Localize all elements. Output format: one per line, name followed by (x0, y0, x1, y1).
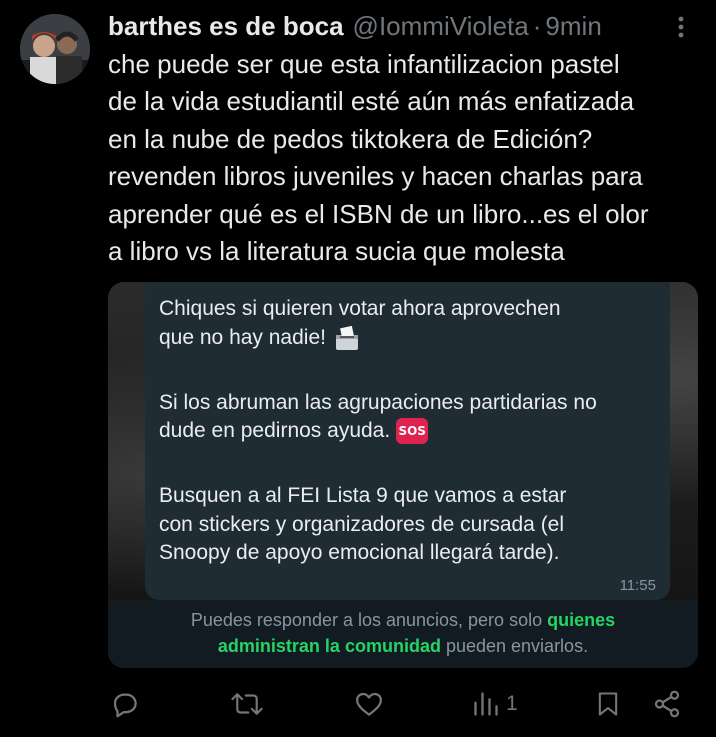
notice-text: Puedes responder a los anuncios, pero so… (190, 610, 543, 630)
message-time: 11:55 (619, 577, 656, 594)
avatar[interactable] (20, 14, 90, 84)
separator-dot: · (532, 10, 542, 41)
views-icon (474, 692, 498, 716)
tweet-text-line: aprender qué es el ISBN de un libro...es… (108, 198, 649, 229)
share-button[interactable] (652, 686, 682, 722)
like-icon (356, 692, 382, 716)
like-button[interactable] (354, 686, 384, 722)
notice-link: administran la comunidad (217, 636, 441, 656)
message-line-text: dude en pedirnos ayuda. (159, 419, 391, 442)
bookmark-icon (598, 692, 618, 716)
message-line: Si los abruman las agrupaciones partidar… (159, 390, 597, 414)
message-line: Snoopy de apoyo emocional llegará tarde)… (159, 541, 560, 564)
message-line: Chiques si quieren votar ahora aproveche… (159, 297, 561, 320)
ballot-box-icon (332, 325, 362, 351)
tweet-text-line: de la vida estudiantil esté aún más enfa… (108, 86, 635, 117)
notice-link: quienes (547, 610, 616, 630)
tweet-header: barthes es de boca @IommiVioleta · 9min (108, 8, 696, 44)
views-count: 1 (506, 692, 518, 715)
message-bubble: Chiques si quieren votar ahora aproveche… (145, 282, 670, 600)
tweet-text-line: a libro vs la literatura sucia que moles… (108, 236, 565, 267)
retweet-icon (231, 693, 263, 715)
more-options-button[interactable] (666, 12, 696, 42)
reply-button[interactable] (110, 686, 140, 722)
reply-icon (113, 693, 137, 718)
message-line-with-emoji: dude en pedirnos ayuda. SOS (159, 417, 664, 446)
views-button[interactable]: 1 (472, 686, 518, 722)
share-icon (654, 690, 680, 718)
tweet-media-image[interactable]: Chiques si quieren votar ahora aproveche… (108, 282, 698, 668)
tweet-time[interactable]: 9min (545, 11, 601, 42)
sos-icon: SOS (396, 418, 429, 445)
message-line: Busquen a al FEI Lista 9 que vamos a est… (159, 484, 567, 507)
message-line-text: que no hay nadie! (159, 325, 326, 349)
tweet-actions: 1 (108, 686, 698, 722)
author-name[interactable]: barthes es de boca (108, 11, 344, 42)
message-line-with-emoji: que no hay nadie! (159, 324, 664, 353)
tweet-text-line: che puede ser que esta infantilizacion p… (108, 49, 620, 79)
avatar-photo (20, 14, 90, 84)
tweet-text-line: en la nube de pedos tiktokera de Edición… (108, 123, 593, 154)
retweet-button[interactable] (230, 686, 264, 722)
author-handle[interactable]: @IommiVioleta (353, 11, 529, 42)
announcement-notice: Puedes responder a los anuncios, pero so… (108, 600, 698, 668)
tweet-text-line: revenden libros juveniles y hacen charla… (108, 161, 643, 192)
bookmark-button[interactable] (594, 686, 622, 722)
tweet-text: che puede ser que esta infantilizacion p… (108, 46, 708, 270)
message-line: con stickers y organizadores de cursada … (159, 512, 565, 536)
notice-text: pueden enviarlos. (445, 636, 589, 656)
message-text: Chiques si quieren votar ahora aproveche… (159, 295, 664, 568)
more-vertical-icon (678, 16, 684, 38)
